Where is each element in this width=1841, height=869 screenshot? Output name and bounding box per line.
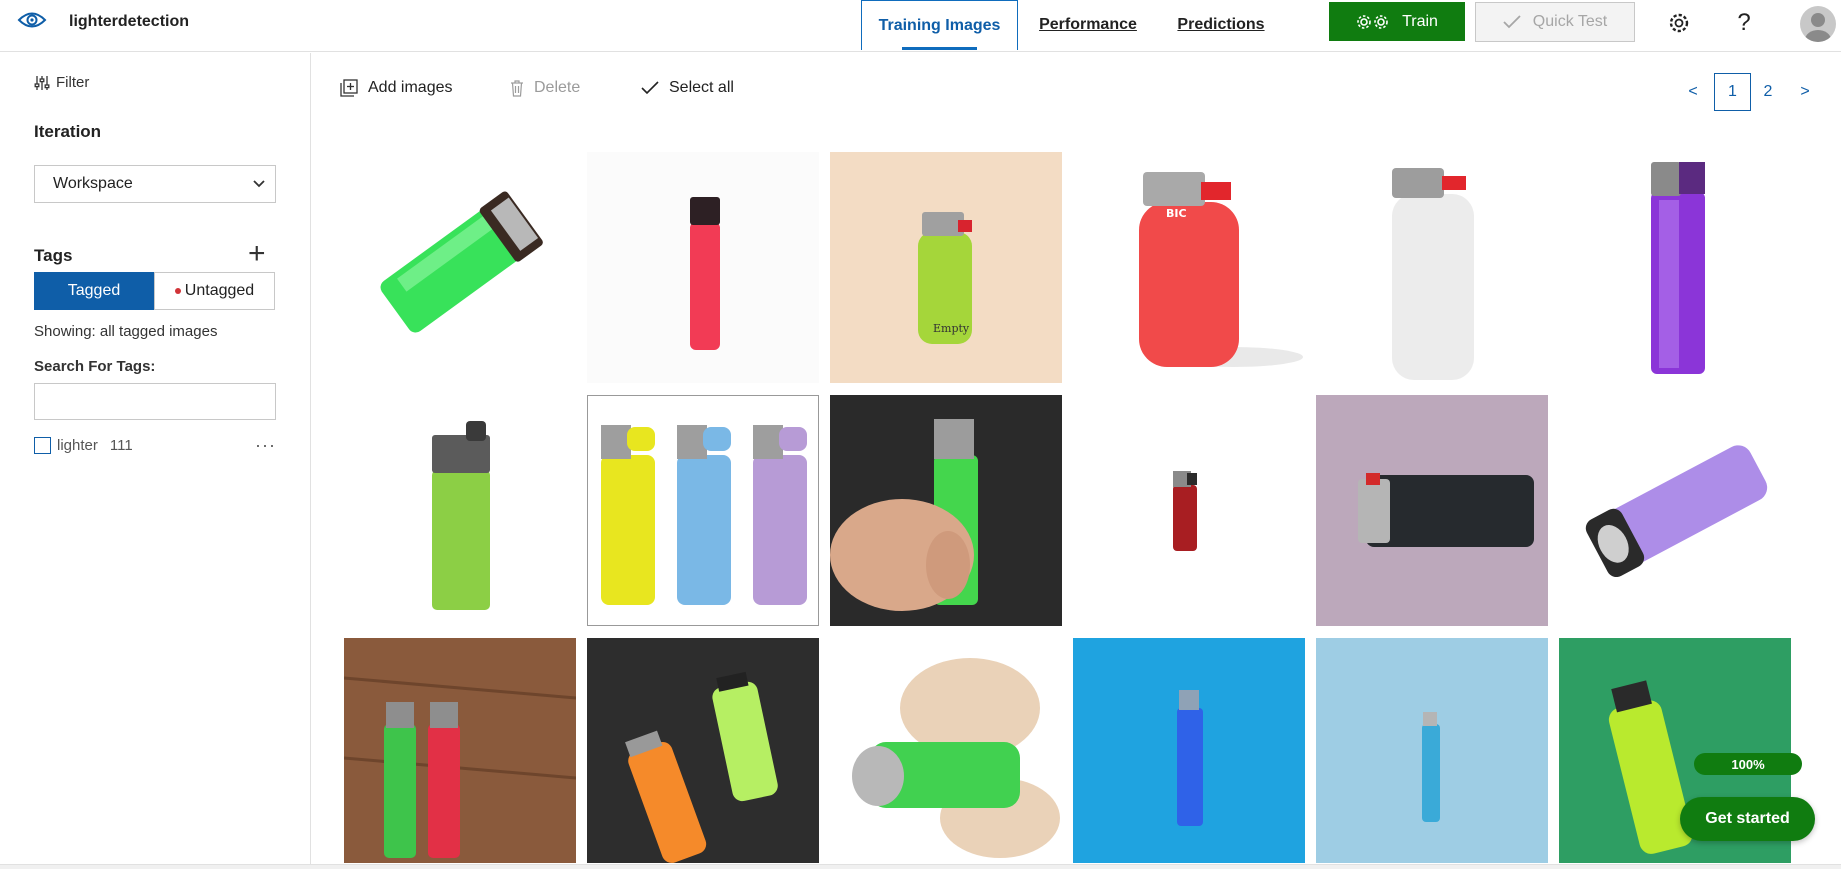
image-thumbnail-8[interactable] [587, 395, 819, 626]
quick-test-button[interactable]: Quick Test [1475, 2, 1635, 42]
light-green-lighter-image [344, 395, 576, 626]
orange-and-lime-lighters-image [587, 638, 819, 863]
wooden-hand-lighter-image [830, 638, 1062, 863]
red-lighter-image [587, 152, 819, 383]
eye-icon[interactable] [17, 9, 47, 31]
add-images-button[interactable]: Add images [340, 79, 453, 97]
tags-heading: Tags [34, 246, 73, 265]
trash-icon [511, 79, 523, 97]
tag-name: lighter [57, 436, 98, 454]
add-images-icon [340, 79, 358, 97]
image-thumbnail-7[interactable] [344, 395, 576, 626]
image-thumbnail-16[interactable] [1073, 638, 1305, 863]
tag-list-item: lighter 111 ··· [34, 434, 276, 456]
checkmark-icon [641, 81, 659, 95]
image-thumbnail-6[interactable] [1559, 152, 1791, 383]
select-all-button[interactable]: Select all [641, 79, 734, 97]
tagged-toggle[interactable]: Tagged [34, 272, 154, 310]
iteration-heading: Iteration [34, 122, 102, 141]
bottom-scrollbar-track [0, 864, 1841, 869]
white-lighter-image [1316, 152, 1548, 383]
progress-badge: 100% [1694, 753, 1802, 775]
tag-checkbox[interactable] [34, 436, 51, 454]
delete-label: Delete [534, 79, 581, 96]
image-thumbnail-9[interactable] [830, 395, 1062, 626]
top-bar: lighterdetection Training Images Perform… [0, 0, 1841, 52]
image-thumbnail-2[interactable] [587, 152, 819, 383]
image-thumbnail-5[interactable] [1316, 152, 1548, 383]
image-thumbnail-14[interactable] [587, 638, 819, 863]
tab-training-images[interactable]: Training Images [861, 0, 1018, 50]
untagged-toggle[interactable]: Untagged [154, 272, 275, 310]
image-grid: Empty BIC [344, 152, 1794, 863]
filter-sliders-icon [34, 75, 50, 90]
small-red-lighter-image [1073, 395, 1305, 626]
help-icon[interactable]: ? [1731, 9, 1757, 36]
project-title: lighterdetection [69, 13, 190, 30]
image-thumbnail-10[interactable] [1073, 395, 1305, 626]
black-lighter-image [1316, 395, 1548, 626]
search-tags-label: Search For Tags: [34, 358, 156, 375]
hand-holding-lighter-image [830, 395, 1062, 626]
green-lighter-image [344, 152, 576, 383]
get-started-button[interactable]: Get started [1680, 797, 1815, 841]
delete-button[interactable]: Delete [510, 79, 580, 97]
user-icon [1805, 13, 1831, 42]
image-thumbnail-4[interactable]: BIC [1073, 152, 1305, 383]
light-blue-lighter-image [1316, 638, 1548, 863]
settings-gear-icon[interactable] [1666, 10, 1692, 36]
tag-count: 111 [109, 436, 133, 454]
svg-text:BIC: BIC [1166, 207, 1187, 220]
image-thumbnail-11[interactable] [1316, 395, 1548, 626]
image-thumbnail-12[interactable] [1559, 395, 1791, 626]
svg-text:Empty: Empty [933, 322, 970, 335]
image-thumbnail-1[interactable] [344, 152, 576, 383]
train-button[interactable]: Train [1329, 2, 1465, 41]
filter-button[interactable]: Filter [34, 74, 89, 91]
filter-label: Filter [56, 74, 90, 91]
page-1-button[interactable]: 1 [1714, 73, 1751, 111]
search-tags-input[interactable] [34, 383, 276, 420]
next-page-button[interactable]: > [1795, 73, 1815, 111]
select-all-label: Select all [669, 79, 734, 96]
image-thumbnail-13[interactable] [344, 638, 576, 863]
lime-bic-lighter-image: Empty [830, 152, 1062, 383]
showing-status: Showing: all tagged images [34, 323, 218, 340]
tab-predictions[interactable]: Predictions [1165, 0, 1277, 50]
iteration-select[interactable]: Workspace [34, 165, 276, 203]
red-bic-lighter-image: BIC [1073, 152, 1305, 383]
tab-performance[interactable]: Performance [1033, 0, 1143, 50]
avatar[interactable] [1800, 6, 1836, 42]
page-2-button[interactable]: 2 [1756, 73, 1780, 111]
more-options-icon[interactable]: ··· [255, 435, 276, 456]
iteration-value: Workspace [53, 175, 133, 192]
train-label: Train [1402, 12, 1438, 30]
untagged-label: Untagged [184, 282, 255, 299]
gears-icon [1357, 14, 1388, 29]
chevron-down-icon [253, 180, 265, 188]
previous-page-button[interactable]: < [1683, 73, 1703, 111]
add-tag-plus-icon[interactable]: + [248, 239, 266, 269]
two-lighters-on-wood-image [344, 638, 576, 863]
blue-lighter-on-blue-image [1073, 638, 1305, 863]
image-thumbnail-15[interactable] [830, 638, 1062, 863]
untagged-dot-icon [174, 288, 181, 294]
lavender-lighter-image [1559, 395, 1791, 626]
image-thumbnail-17[interactable] [1316, 638, 1548, 863]
image-thumbnail-3[interactable]: Empty [830, 152, 1062, 383]
quick-test-label: Quick Test [1532, 13, 1608, 30]
purple-lighter-image [1559, 152, 1791, 383]
add-images-label: Add images [368, 79, 453, 96]
sidebar: Filter Iteration Workspace Tags + Tagged… [0, 53, 311, 869]
three-lighters-image [588, 396, 818, 625]
check-icon [1503, 15, 1521, 29]
